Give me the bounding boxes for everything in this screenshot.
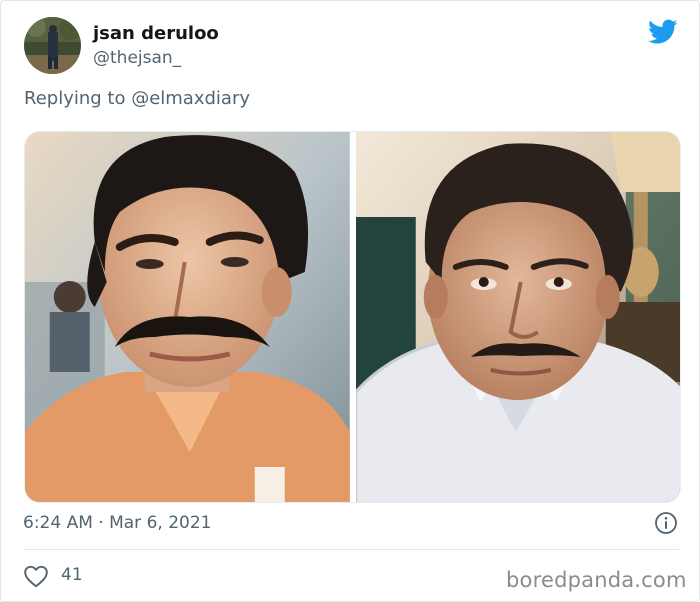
divider [23, 549, 679, 550]
photo-left[interactable] [25, 132, 350, 502]
user-handle[interactable]: @thejsan_ [93, 47, 181, 69]
tweet-card: jsan deruloo @thejsan_ Replying to @elma… [0, 0, 700, 602]
avatar[interactable] [24, 17, 81, 74]
photo-right[interactable] [355, 132, 680, 502]
heart-icon[interactable] [23, 564, 49, 588]
like-count: 41 [61, 565, 83, 585]
twitter-bird-icon[interactable] [648, 19, 678, 45]
tweet-timestamp[interactable]: 6:24 AM · Mar 6, 2021 [23, 511, 211, 535]
photo-left-image [25, 132, 350, 502]
avatar-image [24, 17, 81, 74]
display-name[interactable]: jsan deruloo [93, 23, 219, 45]
info-icon[interactable] [654, 511, 678, 535]
tweet-media[interactable] [24, 131, 681, 503]
watermark: boredpanda.com [506, 568, 687, 592]
photo-right-image [355, 132, 680, 502]
reply-context[interactable]: Replying to @elmaxdiary [24, 87, 250, 111]
